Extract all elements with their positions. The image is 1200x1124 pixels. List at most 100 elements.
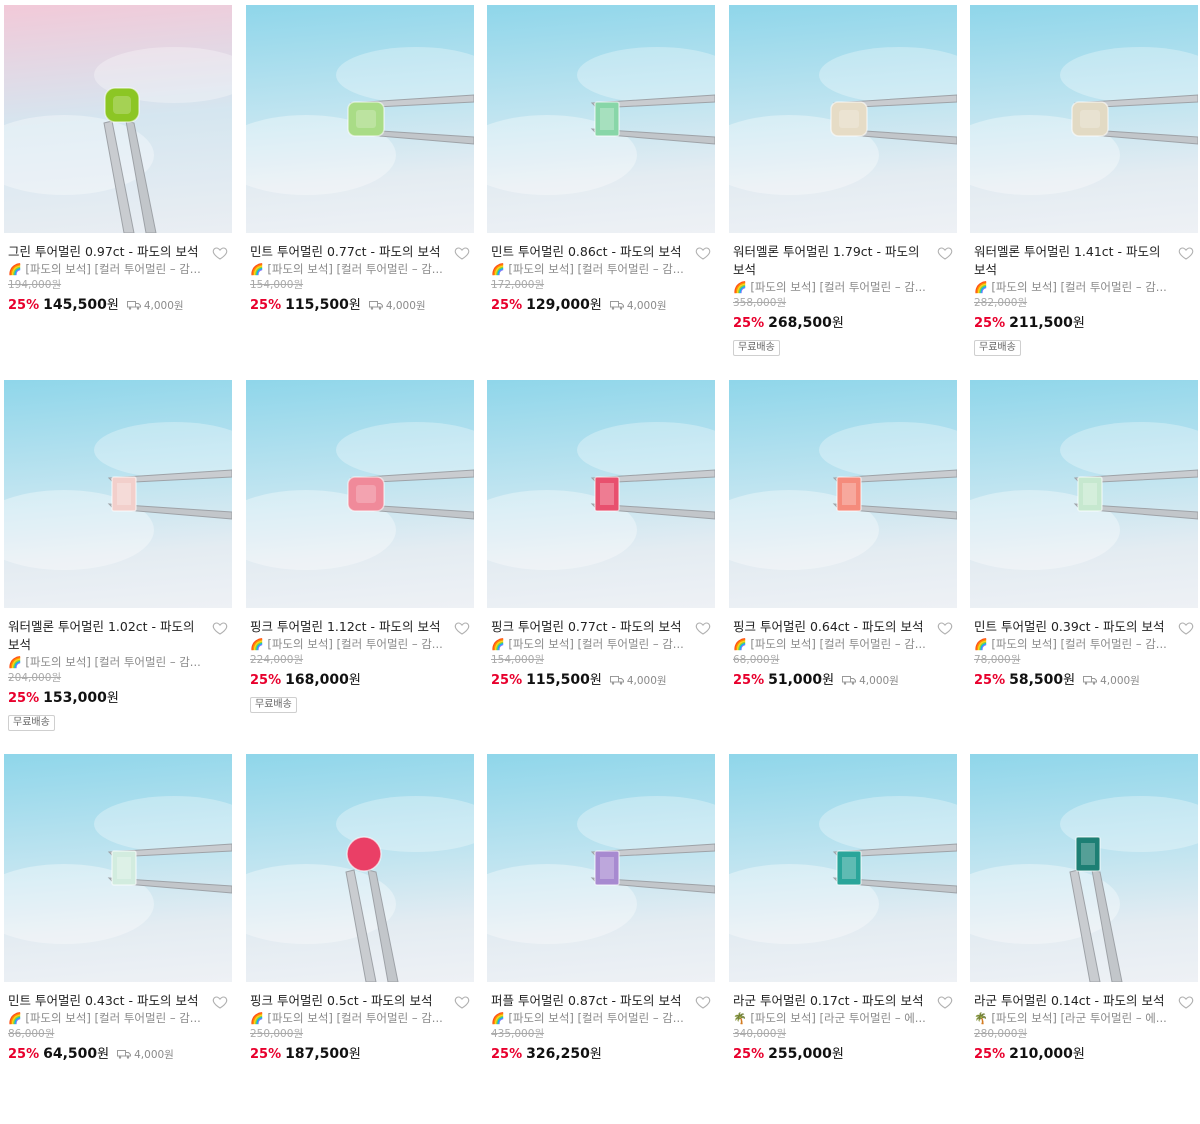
- heart-icon[interactable]: [1178, 245, 1194, 261]
- shop-name[interactable]: 🌈 [파도의 보석] [컬러 투어멀린 – 감...: [970, 636, 1194, 653]
- heart-icon[interactable]: [695, 620, 711, 636]
- product-image[interactable]: [4, 754, 232, 982]
- shop-name[interactable]: 🌴 [파도의 보석] [라군 투어멀린 – 에...: [729, 1010, 953, 1027]
- product-image[interactable]: [487, 754, 715, 982]
- product-title[interactable]: 민트 투어멀린 0.86ct - 파도의 보석: [487, 243, 689, 261]
- shop-name[interactable]: 🌈 [파도의 보석] [컬러 투어멀린 – 감...: [729, 636, 953, 653]
- product-card[interactable]: 워터멜론 투어멀린 1.02ct - 파도의 보석 🌈 [파도의 보석] [컬러 …: [4, 380, 232, 750]
- product-title[interactable]: 민트 투어멀린 0.43ct - 파도의 보석: [4, 992, 206, 1010]
- shop-name[interactable]: 🌈 [파도의 보석] [컬러 투어멀린 – 감...: [487, 636, 711, 653]
- product-title[interactable]: 민트 투어멀린 0.77ct - 파도의 보석: [246, 243, 448, 261]
- sale-price: 51,000: [768, 672, 823, 688]
- shop-name[interactable]: 🌴 [파도의 보석] [라군 투어멀린 – 에...: [970, 1010, 1194, 1027]
- product-image[interactable]: [970, 754, 1198, 982]
- product-title[interactable]: 워터멜론 투어멀린 1.02ct - 파도의 보석: [4, 618, 206, 654]
- shop-name[interactable]: 🌈 [파도의 보석] [컬러 투어멀린 – 감...: [246, 1010, 470, 1027]
- shipping-fee: 4,000원: [842, 675, 899, 687]
- product-card[interactable]: 퍼플 투어멀린 0.87ct - 파도의 보석 🌈 [파도의 보석] [컬러 투어…: [487, 754, 715, 1124]
- product-card[interactable]: 민트 투어멀린 0.77ct - 파도의 보석 🌈 [파도의 보석] [컬러 투어…: [246, 5, 474, 375]
- product-image[interactable]: [246, 5, 474, 233]
- product-card[interactable]: 워터멜론 투어멀린 1.79ct - 파도의 보석 🌈 [파도의 보석] [컬러 …: [729, 5, 957, 375]
- shop-emoji-icon: 🌈: [250, 1012, 264, 1025]
- discount-rate: 25%: [733, 673, 765, 688]
- product-card[interactable]: 민트 투어멀린 0.86ct - 파도의 보석 🌈 [파도의 보석] [컬러 투어…: [487, 5, 715, 375]
- shop-name[interactable]: 🌈 [파도의 보석] [컬러 투어멀린 – 감...: [246, 261, 470, 278]
- product-image[interactable]: [246, 754, 474, 982]
- product-title[interactable]: 핑크 투어멀린 0.5ct - 파도의 보석: [246, 992, 448, 1010]
- currency-unit: 원: [348, 298, 361, 313]
- product-title[interactable]: 그린 투어멀린 0.97ct - 파도의 보석: [4, 243, 206, 261]
- product-image[interactable]: [487, 380, 715, 608]
- shipping-fee: 4,000원: [368, 300, 426, 312]
- shop-name[interactable]: 🌈 [파도의 보석] [컬러 투어멀린 – 감...: [970, 279, 1194, 296]
- sale-price: 64,500: [43, 1046, 98, 1062]
- shop-label: [파도의 보석] [컬러 투어멀린 – 감...: [991, 637, 1167, 651]
- heart-icon[interactable]: [695, 994, 711, 1010]
- product-image[interactable]: [487, 5, 715, 233]
- heart-icon[interactable]: [212, 994, 228, 1010]
- product-image[interactable]: [729, 5, 957, 233]
- product-card[interactable]: 라군 투어멀린 0.14ct - 파도의 보석 🌴 [파도의 보석] [라군 투어…: [970, 754, 1198, 1124]
- heart-icon[interactable]: [937, 620, 953, 636]
- product-card[interactable]: 라군 투어멀린 0.17ct - 파도의 보석 🌴 [파도의 보석] [라군 투어…: [729, 754, 957, 1124]
- shop-label: [파도의 보석] [컬러 투어멀린 – 감...: [508, 262, 684, 276]
- heart-icon[interactable]: [937, 994, 953, 1010]
- currency-unit: 원: [348, 673, 361, 688]
- product-title[interactable]: 핑크 투어멀린 1.12ct - 파도의 보석: [246, 618, 448, 636]
- heart-icon[interactable]: [937, 245, 953, 261]
- shipping-fee: 4,000원: [117, 1049, 174, 1061]
- product-card[interactable]: 그린 투어멀린 0.97ct - 파도의 보석 🌈 [파도의 보석] [컬러 투어…: [4, 5, 232, 375]
- product-card[interactable]: 민트 투어멀린 0.39ct - 파도의 보석 🌈 [파도의 보석] [컬러 투어…: [970, 380, 1198, 750]
- sale-price: 115,500: [285, 297, 349, 313]
- heart-icon[interactable]: [454, 620, 470, 636]
- free-shipping-badge: 무료배송: [974, 340, 1021, 356]
- shop-name[interactable]: 🌈 [파도의 보석] [컬러 투어멀린 – 감...: [4, 1010, 228, 1027]
- product-image[interactable]: [729, 380, 957, 608]
- shipping-fee: 4,000원: [126, 300, 184, 312]
- shop-name[interactable]: 🌈 [파도의 보석] [컬러 투어멀린 – 감...: [246, 636, 470, 653]
- product-title[interactable]: 워터멜론 투어멀린 1.79ct - 파도의 보석: [729, 243, 931, 279]
- shop-name[interactable]: 🌈 [파도의 보석] [컬러 투어멀린 – 감...: [729, 279, 953, 296]
- product-title[interactable]: 워터멜론 투어멀린 1.41ct - 파도의 보석: [970, 243, 1172, 279]
- original-price: 340,000원: [733, 1028, 787, 1040]
- product-card[interactable]: 핑크 투어멀린 0.64ct - 파도의 보석 🌈 [파도의 보석] [컬러 투어…: [729, 380, 957, 750]
- shop-label: [파도의 보석] [컬러 투어멀린 – 감...: [508, 1011, 684, 1025]
- product-image[interactable]: [729, 754, 957, 982]
- shop-name[interactable]: 🌈 [파도의 보석] [컬러 투어멀린 – 감...: [4, 261, 228, 278]
- shop-name[interactable]: 🌈 [파도의 보석] [컬러 투어멀린 – 감...: [487, 261, 711, 278]
- original-price: 435,000원: [491, 1028, 545, 1040]
- shop-label: [파도의 보석] [라군 투어멀린 – 에...: [991, 1011, 1167, 1025]
- product-image[interactable]: [4, 5, 232, 233]
- currency-unit: 원: [831, 316, 844, 331]
- heart-icon[interactable]: [212, 620, 228, 636]
- product-card[interactable]: 핑크 투어멀린 0.5ct - 파도의 보석 🌈 [파도의 보석] [컬러 투어멀…: [246, 754, 474, 1124]
- product-card[interactable]: 핑크 투어멀린 0.77ct - 파도의 보석 🌈 [파도의 보석] [컬러 투어…: [487, 380, 715, 750]
- heart-icon[interactable]: [1178, 994, 1194, 1010]
- product-title[interactable]: 민트 투어멀린 0.39ct - 파도의 보석: [970, 618, 1172, 636]
- price-row: 25% 51,000원 4,000원: [729, 668, 957, 692]
- original-price: 154,000원: [491, 654, 545, 666]
- product-card[interactable]: 민트 투어멀린 0.43ct - 파도의 보석 🌈 [파도의 보석] [컬러 투어…: [4, 754, 232, 1124]
- shop-name[interactable]: 🌈 [파도의 보석] [컬러 투어멀린 – 감...: [487, 1010, 711, 1027]
- product-title[interactable]: 라군 투어멀린 0.17ct - 파도의 보석: [729, 992, 931, 1010]
- product-title[interactable]: 핑크 투어멀린 0.64ct - 파도의 보석: [729, 618, 931, 636]
- heart-icon[interactable]: [454, 994, 470, 1010]
- heart-icon[interactable]: [454, 245, 470, 261]
- product-card[interactable]: 워터멜론 투어멀린 1.41ct - 파도의 보석 🌈 [파도의 보석] [컬러 …: [970, 5, 1198, 375]
- product-image[interactable]: [970, 5, 1198, 233]
- original-price: 250,000원: [250, 1028, 304, 1040]
- product-title[interactable]: 라군 투어멀린 0.14ct - 파도의 보석: [970, 992, 1172, 1010]
- product-image[interactable]: [4, 380, 232, 608]
- product-image[interactable]: [246, 380, 474, 608]
- original-price: 68,000원: [733, 654, 780, 666]
- heart-icon[interactable]: [212, 245, 228, 261]
- price-row: 25% 115,500원 4,000원: [487, 668, 715, 692]
- product-title[interactable]: 핑크 투어멀린 0.77ct - 파도의 보석: [487, 618, 689, 636]
- shop-name[interactable]: 🌈 [파도의 보석] [컬러 투어멀린 – 감...: [4, 654, 228, 671]
- product-card[interactable]: 핑크 투어멀린 1.12ct - 파도의 보석 🌈 [파도의 보석] [컬러 투어…: [246, 380, 474, 750]
- product-title[interactable]: 퍼플 투어멀린 0.87ct - 파도의 보석: [487, 992, 689, 1010]
- heart-icon[interactable]: [695, 245, 711, 261]
- product-image[interactable]: [970, 380, 1198, 608]
- shipping-fee-text: 4,000원: [385, 300, 426, 312]
- heart-icon[interactable]: [1178, 620, 1194, 636]
